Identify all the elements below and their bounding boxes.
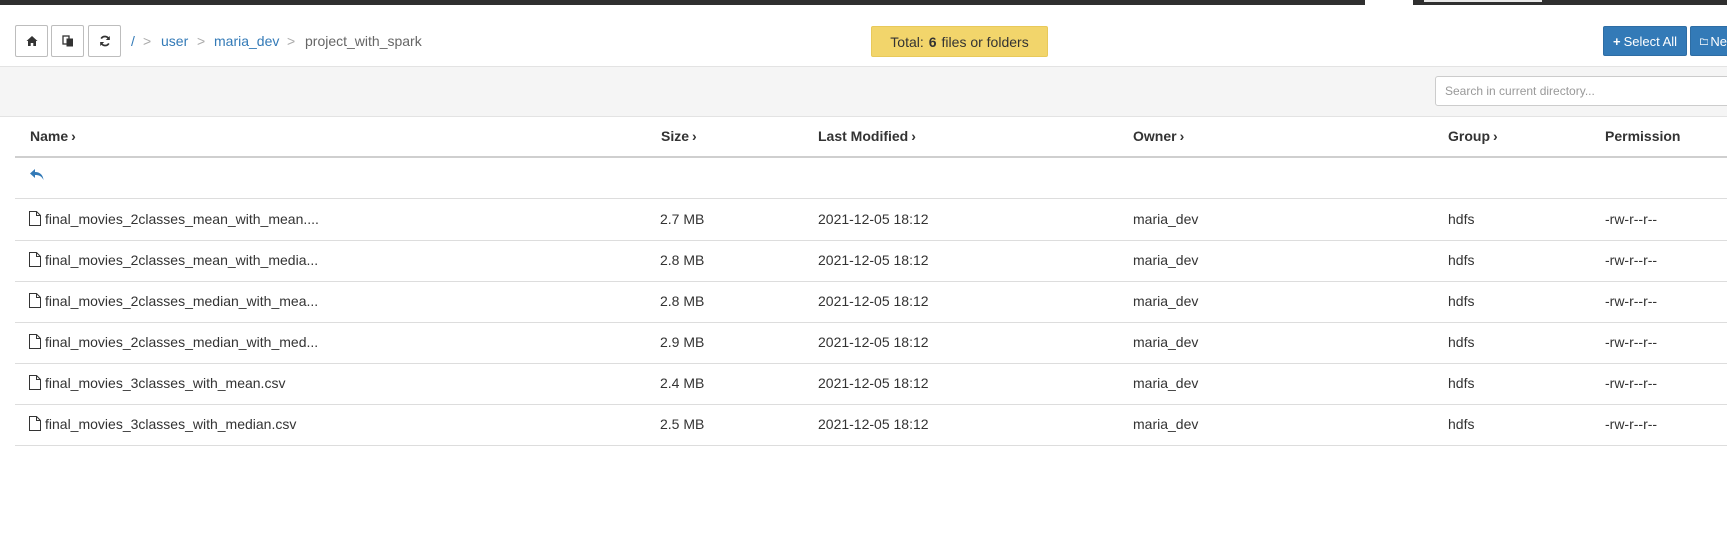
- file-permission: -rw-r--r--: [1605, 375, 1658, 391]
- file-name[interactable]: final_movies_2classes_median_with_med...: [45, 334, 318, 350]
- reply-arrow-icon[interactable]: [29, 168, 45, 182]
- file-modified: 2021-12-05 18:12: [818, 211, 929, 227]
- file-permission: -rw-r--r--: [1605, 211, 1658, 227]
- file-owner: maria_dev: [1133, 252, 1199, 268]
- total-suffix: files or folders: [941, 33, 1029, 50]
- breadcrumb-current: project_with_spark: [305, 33, 422, 49]
- chevron-right-icon: ›: [1179, 128, 1185, 144]
- file-group: hdfs: [1448, 252, 1475, 268]
- file-size: 2.7 MB: [660, 211, 705, 227]
- chevron-right-icon: ›: [71, 128, 76, 144]
- refresh-icon: [99, 35, 110, 47]
- file-name[interactable]: final_movies_2classes_mean_with_mean....: [45, 211, 319, 227]
- top-tab-indicator-secondary: [1424, 0, 1542, 2]
- breadcrumb-separator: >: [287, 33, 296, 49]
- file-name[interactable]: final_movies_2classes_mean_with_media...: [45, 252, 318, 268]
- home-button[interactable]: [15, 25, 48, 57]
- file-group: hdfs: [1448, 334, 1475, 350]
- total-count-badge: Total: 6 files or folders: [871, 26, 1048, 57]
- file-owner: maria_dev: [1133, 293, 1199, 309]
- file-group: hdfs: [1448, 375, 1475, 391]
- column-header-name[interactable]: Name ›: [30, 128, 76, 144]
- column-header-last-modified[interactable]: Last Modified ›: [818, 128, 916, 144]
- table-row[interactable]: final_movies_3classes_with_mean.csv 2.4 …: [15, 363, 1727, 405]
- select-all-button[interactable]: + Select All: [1603, 26, 1687, 56]
- file-icon: [29, 211, 41, 226]
- file-permission: -rw-r--r--: [1605, 416, 1658, 432]
- copy-button[interactable]: [51, 25, 84, 57]
- table-row[interactable]: final_movies_3classes_with_median.csv 2.…: [15, 404, 1727, 446]
- file-owner: maria_dev: [1133, 375, 1199, 391]
- top-navigation-bar: [0, 0, 1727, 5]
- new-label: Ne: [1710, 33, 1727, 49]
- top-tab-indicator: [1365, 0, 1413, 5]
- file-modified: 2021-12-05 18:12: [818, 293, 929, 309]
- breadcrumb-item-maria-dev[interactable]: maria_dev: [214, 32, 279, 50]
- file-icon: [29, 252, 41, 267]
- file-modified: 2021-12-05 18:12: [818, 334, 929, 350]
- file-size: 2.9 MB: [660, 334, 705, 350]
- column-header-size[interactable]: Size ›: [661, 128, 697, 144]
- breadcrumb-item-user[interactable]: user: [161, 32, 188, 50]
- copy-icon: [61, 35, 73, 47]
- file-group: hdfs: [1448, 211, 1475, 227]
- file-icon: [29, 375, 41, 390]
- file-owner: maria_dev: [1133, 211, 1199, 227]
- parent-directory-row[interactable]: [15, 158, 1727, 199]
- home-icon: [26, 36, 37, 46]
- file-permission: -rw-r--r--: [1605, 293, 1658, 309]
- table-row[interactable]: final_movies_2classes_median_with_med...…: [15, 322, 1727, 364]
- file-size: 2.4 MB: [660, 375, 705, 391]
- file-size: 2.8 MB: [660, 252, 705, 268]
- column-header-permission: Permission: [1605, 128, 1681, 144]
- file-modified: 2021-12-05 18:12: [818, 416, 929, 432]
- folder-icon: [1700, 37, 1709, 45]
- file-name[interactable]: final_movies_3classes_with_median.csv: [45, 416, 296, 432]
- file-permission: -rw-r--r--: [1605, 334, 1658, 350]
- table-row[interactable]: final_movies_2classes_mean_with_media...…: [15, 240, 1727, 282]
- file-size: 2.8 MB: [660, 293, 705, 309]
- file-size: 2.5 MB: [660, 416, 705, 432]
- select-all-label: Select All: [1623, 33, 1678, 49]
- file-icon: [29, 293, 41, 308]
- file-modified: 2021-12-05 18:12: [818, 375, 929, 391]
- table-row[interactable]: final_movies_2classes_median_with_mea...…: [15, 281, 1727, 323]
- breadcrumb-separator: >: [143, 33, 152, 49]
- file-name[interactable]: final_movies_2classes_median_with_mea...: [45, 293, 318, 309]
- column-header-owner[interactable]: Owner ›: [1133, 128, 1184, 144]
- file-owner: maria_dev: [1133, 416, 1199, 432]
- file-icon: [29, 416, 41, 431]
- new-folder-button[interactable]: Ne: [1690, 26, 1727, 56]
- file-owner: maria_dev: [1133, 334, 1199, 350]
- total-count: 6: [928, 33, 937, 50]
- plus-icon: +: [1613, 33, 1621, 49]
- chevron-right-icon: ›: [1493, 128, 1498, 144]
- column-header-group[interactable]: Group ›: [1448, 128, 1498, 144]
- search-input[interactable]: [1435, 76, 1727, 106]
- chevron-right-icon: ›: [692, 128, 697, 144]
- table-row[interactable]: final_movies_2classes_mean_with_mean....…: [15, 199, 1727, 241]
- file-modified: 2021-12-05 18:12: [818, 252, 929, 268]
- total-prefix: Total:: [890, 33, 924, 50]
- file-icon: [29, 334, 41, 349]
- breadcrumb-separator: >: [197, 33, 206, 49]
- file-group: hdfs: [1448, 293, 1475, 309]
- file-permission: -rw-r--r--: [1605, 252, 1658, 268]
- refresh-button[interactable]: [88, 25, 121, 57]
- breadcrumb-root[interactable]: /: [131, 32, 135, 50]
- file-group: hdfs: [1448, 416, 1475, 432]
- file-name[interactable]: final_movies_3classes_with_mean.csv: [45, 375, 285, 391]
- chevron-right-icon: ›: [911, 128, 916, 144]
